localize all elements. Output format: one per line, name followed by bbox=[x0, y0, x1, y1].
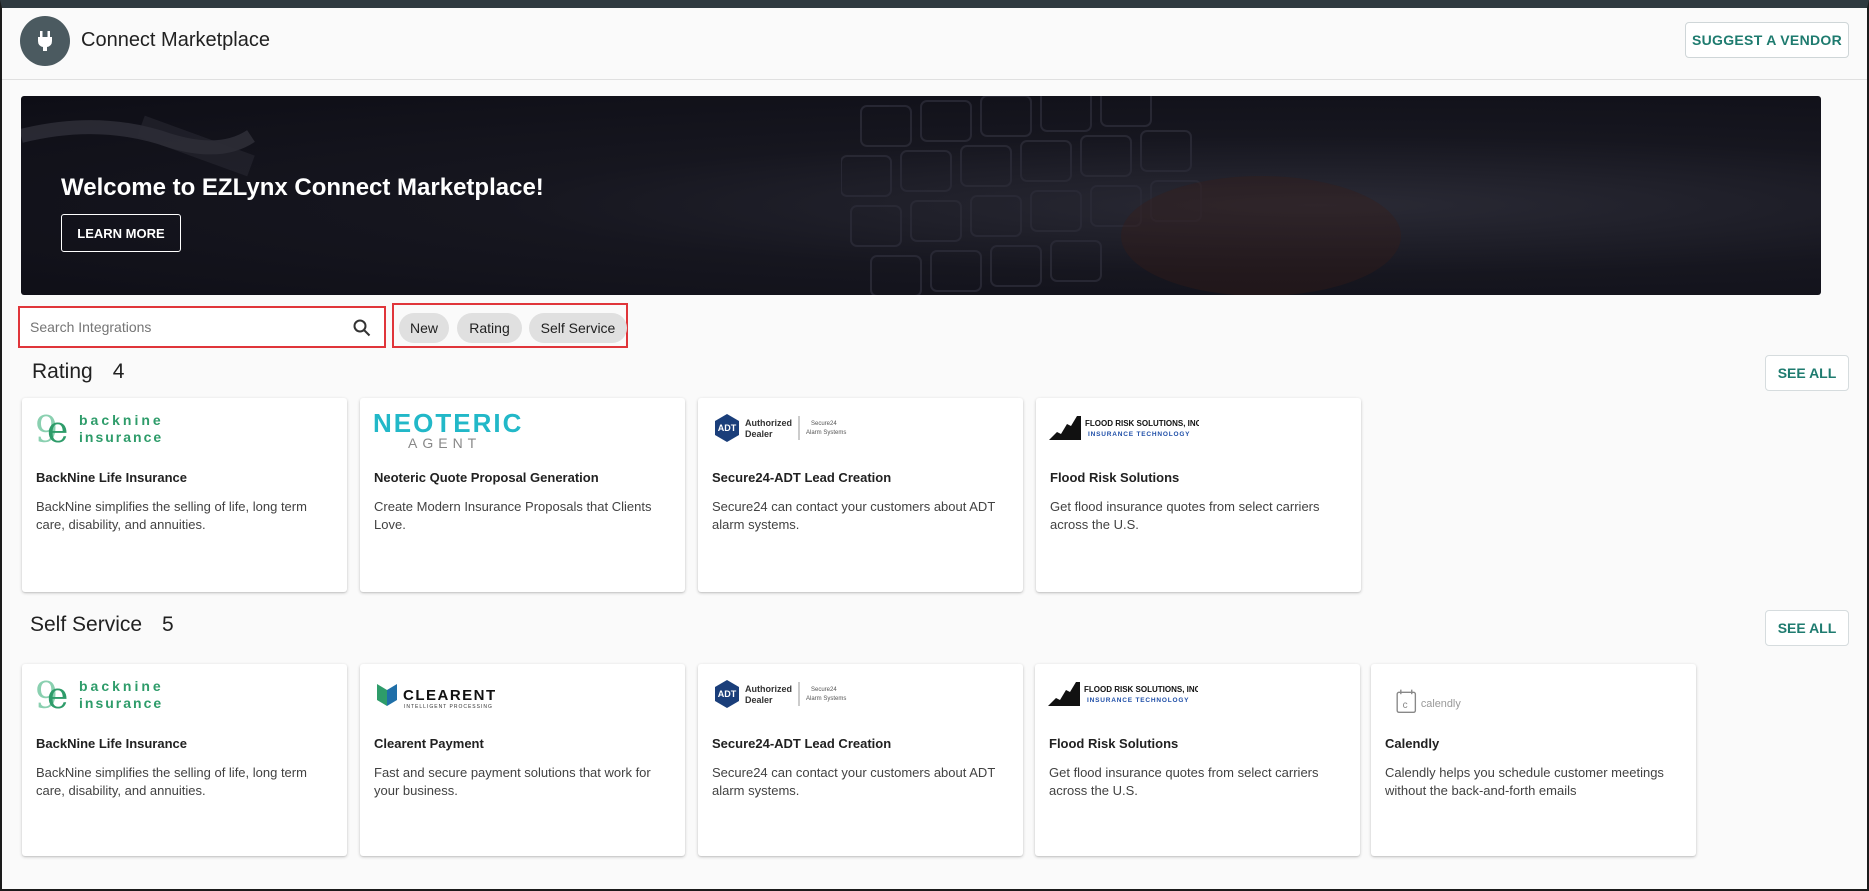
welcome-banner: Welcome to EZLynx Connect Marketplace! L… bbox=[21, 96, 1821, 295]
card-title: Flood Risk Solutions bbox=[1050, 470, 1180, 485]
app-frame: Connect Marketplace SUGGEST A VENDOR Wel… bbox=[0, 0, 1869, 891]
chip-rating[interactable]: Rating bbox=[457, 313, 522, 343]
svg-text:INSURANCE TECHNOLOGY: INSURANCE TECHNOLOGY bbox=[1087, 697, 1189, 704]
filter-chips: New Rating Self Service bbox=[392, 303, 628, 348]
backnine-logo: 9 e backnine insurance bbox=[35, 676, 164, 716]
section-title-label: Self Service bbox=[30, 613, 143, 636]
card-title: Neoteric Quote Proposal Generation bbox=[374, 470, 599, 485]
see-all-self-service-button[interactable]: SEE ALL bbox=[1765, 610, 1849, 646]
search-box bbox=[18, 306, 386, 348]
svg-text:Alarm Systems: Alarm Systems bbox=[806, 430, 846, 436]
card-description: Fast and secure payment solutions that w… bbox=[374, 765, 651, 798]
card-description: Calendly helps you schedule customer mee… bbox=[1385, 765, 1664, 798]
svg-text:c: c bbox=[1403, 700, 1408, 711]
svg-text:backnine: backnine bbox=[79, 412, 164, 428]
svg-text:calendly: calendly bbox=[1421, 698, 1462, 710]
page-title: Connect Marketplace bbox=[81, 29, 270, 51]
card-description: Get flood insurance quotes from select c… bbox=[1049, 765, 1319, 798]
integration-card[interactable]: FLOOD RISK SOLUTIONS, INC. INSURANCE TEC… bbox=[1036, 398, 1361, 592]
chip-self-service[interactable]: Self Service bbox=[529, 313, 627, 343]
keyboard-image bbox=[841, 96, 1401, 295]
integration-card[interactable]: 9 e backnine insurance BackNine Life Ins… bbox=[22, 664, 347, 856]
adt-logo: ADT Authorized Dealer Secure24 Alarm Sys… bbox=[715, 680, 846, 708]
svg-text:Secure24: Secure24 bbox=[811, 421, 837, 427]
card-description: Create Modern Insurance Proposals that C… bbox=[374, 499, 652, 532]
card-description: Secure24 can contact your customers abou… bbox=[712, 765, 996, 798]
section-title-rating: Rating 4 bbox=[32, 360, 124, 384]
calendly-logo: c calendly bbox=[1396, 689, 1462, 714]
integration-card[interactable]: 9 e backnine insurance BackNine Life Ins… bbox=[22, 398, 347, 592]
svg-text:NEOTERIC: NEOTERIC bbox=[373, 410, 523, 438]
svg-text:Dealer: Dealer bbox=[745, 695, 773, 705]
svg-text:FLOOD RISK SOLUTIONS, INC.: FLOOD RISK SOLUTIONS, INC. bbox=[1084, 685, 1198, 694]
card-description: BackNine simplifies the selling of life,… bbox=[36, 765, 307, 798]
card-title: Secure24-ADT Lead Creation bbox=[712, 736, 892, 751]
svg-text:ADT: ADT bbox=[718, 423, 737, 433]
svg-text:INSURANCE TECHNOLOGY: INSURANCE TECHNOLOGY bbox=[1088, 431, 1190, 438]
svg-text:FLOOD RISK SOLUTIONS, INC.: FLOOD RISK SOLUTIONS, INC. bbox=[1085, 419, 1199, 428]
backnine-logo: 9 e backnine insurance bbox=[35, 410, 164, 450]
svg-text:e: e bbox=[47, 410, 68, 450]
svg-text:Authorized: Authorized bbox=[745, 418, 792, 428]
svg-text:Dealer: Dealer bbox=[745, 429, 773, 439]
svg-text:e: e bbox=[47, 676, 68, 716]
integration-card[interactable]: c calendly Calendly Calendly helps you s… bbox=[1371, 664, 1696, 856]
integration-card[interactable]: NEOTERIC AGENT Neoteric Quote Proposal G… bbox=[360, 398, 685, 592]
search-icon[interactable] bbox=[352, 318, 372, 338]
banner-title: Welcome to EZLynx Connect Marketplace! bbox=[61, 174, 544, 201]
search-input[interactable] bbox=[30, 314, 330, 340]
card-title: Secure24-ADT Lead Creation bbox=[712, 470, 892, 485]
card-title: Flood Risk Solutions bbox=[1049, 736, 1179, 751]
svg-text:INTELLIGENT PROCESSING: INTELLIGENT PROCESSING bbox=[404, 704, 493, 710]
card-title: BackNine Life Insurance bbox=[36, 470, 187, 485]
svg-text:insurance: insurance bbox=[79, 429, 163, 445]
svg-text:CLEARENT: CLEARENT bbox=[403, 687, 497, 704]
flood-logo: FLOOD RISK SOLUTIONS, INC. INSURANCE TEC… bbox=[1048, 682, 1198, 706]
integration-card[interactable]: ADT Authorized Dealer Secure24 Alarm Sys… bbox=[698, 664, 1023, 856]
svg-text:backnine: backnine bbox=[79, 678, 164, 694]
app-header: Connect Marketplace SUGGEST A VENDOR bbox=[2, 8, 1867, 80]
svg-text:Authorized: Authorized bbox=[745, 684, 792, 694]
svg-text:Secure24: Secure24 bbox=[811, 687, 837, 693]
suggest-vendor-button[interactable]: SUGGEST A VENDOR bbox=[1685, 22, 1849, 58]
learn-more-button[interactable]: LEARN MORE bbox=[61, 214, 181, 252]
card-description: Get flood insurance quotes from select c… bbox=[1050, 499, 1320, 532]
integration-card[interactable]: CLEARENT INTELLIGENT PROCESSING Clearent… bbox=[360, 664, 685, 856]
section-title-self-service: Self Service 5 bbox=[30, 613, 174, 637]
svg-text:ADT: ADT bbox=[718, 689, 737, 699]
neoteric-logo: NEOTERIC AGENT bbox=[373, 410, 523, 450]
plug-icon bbox=[20, 16, 70, 66]
card-description: Secure24 can contact your customers abou… bbox=[712, 499, 996, 532]
integration-card[interactable]: ADT Authorized Dealer Secure24 Alarm Sys… bbox=[698, 398, 1023, 592]
clearent-logo: CLEARENT INTELLIGENT PROCESSING bbox=[377, 684, 497, 710]
card-description: BackNine simplifies the selling of life,… bbox=[36, 499, 307, 532]
integration-card[interactable]: FLOOD RISK SOLUTIONS, INC. INSURANCE TEC… bbox=[1035, 664, 1360, 856]
card-title: Clearent Payment bbox=[374, 736, 484, 751]
see-all-rating-button[interactable]: SEE ALL bbox=[1765, 355, 1849, 391]
card-title: Calendly bbox=[1385, 736, 1440, 751]
svg-text:AGENT: AGENT bbox=[408, 435, 481, 450]
section-count: 5 bbox=[162, 613, 174, 636]
chip-new[interactable]: New bbox=[399, 313, 449, 343]
section-count: 4 bbox=[112, 360, 125, 383]
svg-text:insurance: insurance bbox=[79, 695, 163, 711]
adt-logo: ADT Authorized Dealer Secure24 Alarm Sys… bbox=[715, 414, 846, 442]
svg-text:Alarm Systems: Alarm Systems bbox=[806, 696, 846, 702]
card-title: BackNine Life Insurance bbox=[36, 736, 187, 751]
flood-logo: FLOOD RISK SOLUTIONS, INC. INSURANCE TEC… bbox=[1049, 416, 1199, 440]
section-title-label: Rating bbox=[32, 360, 93, 383]
